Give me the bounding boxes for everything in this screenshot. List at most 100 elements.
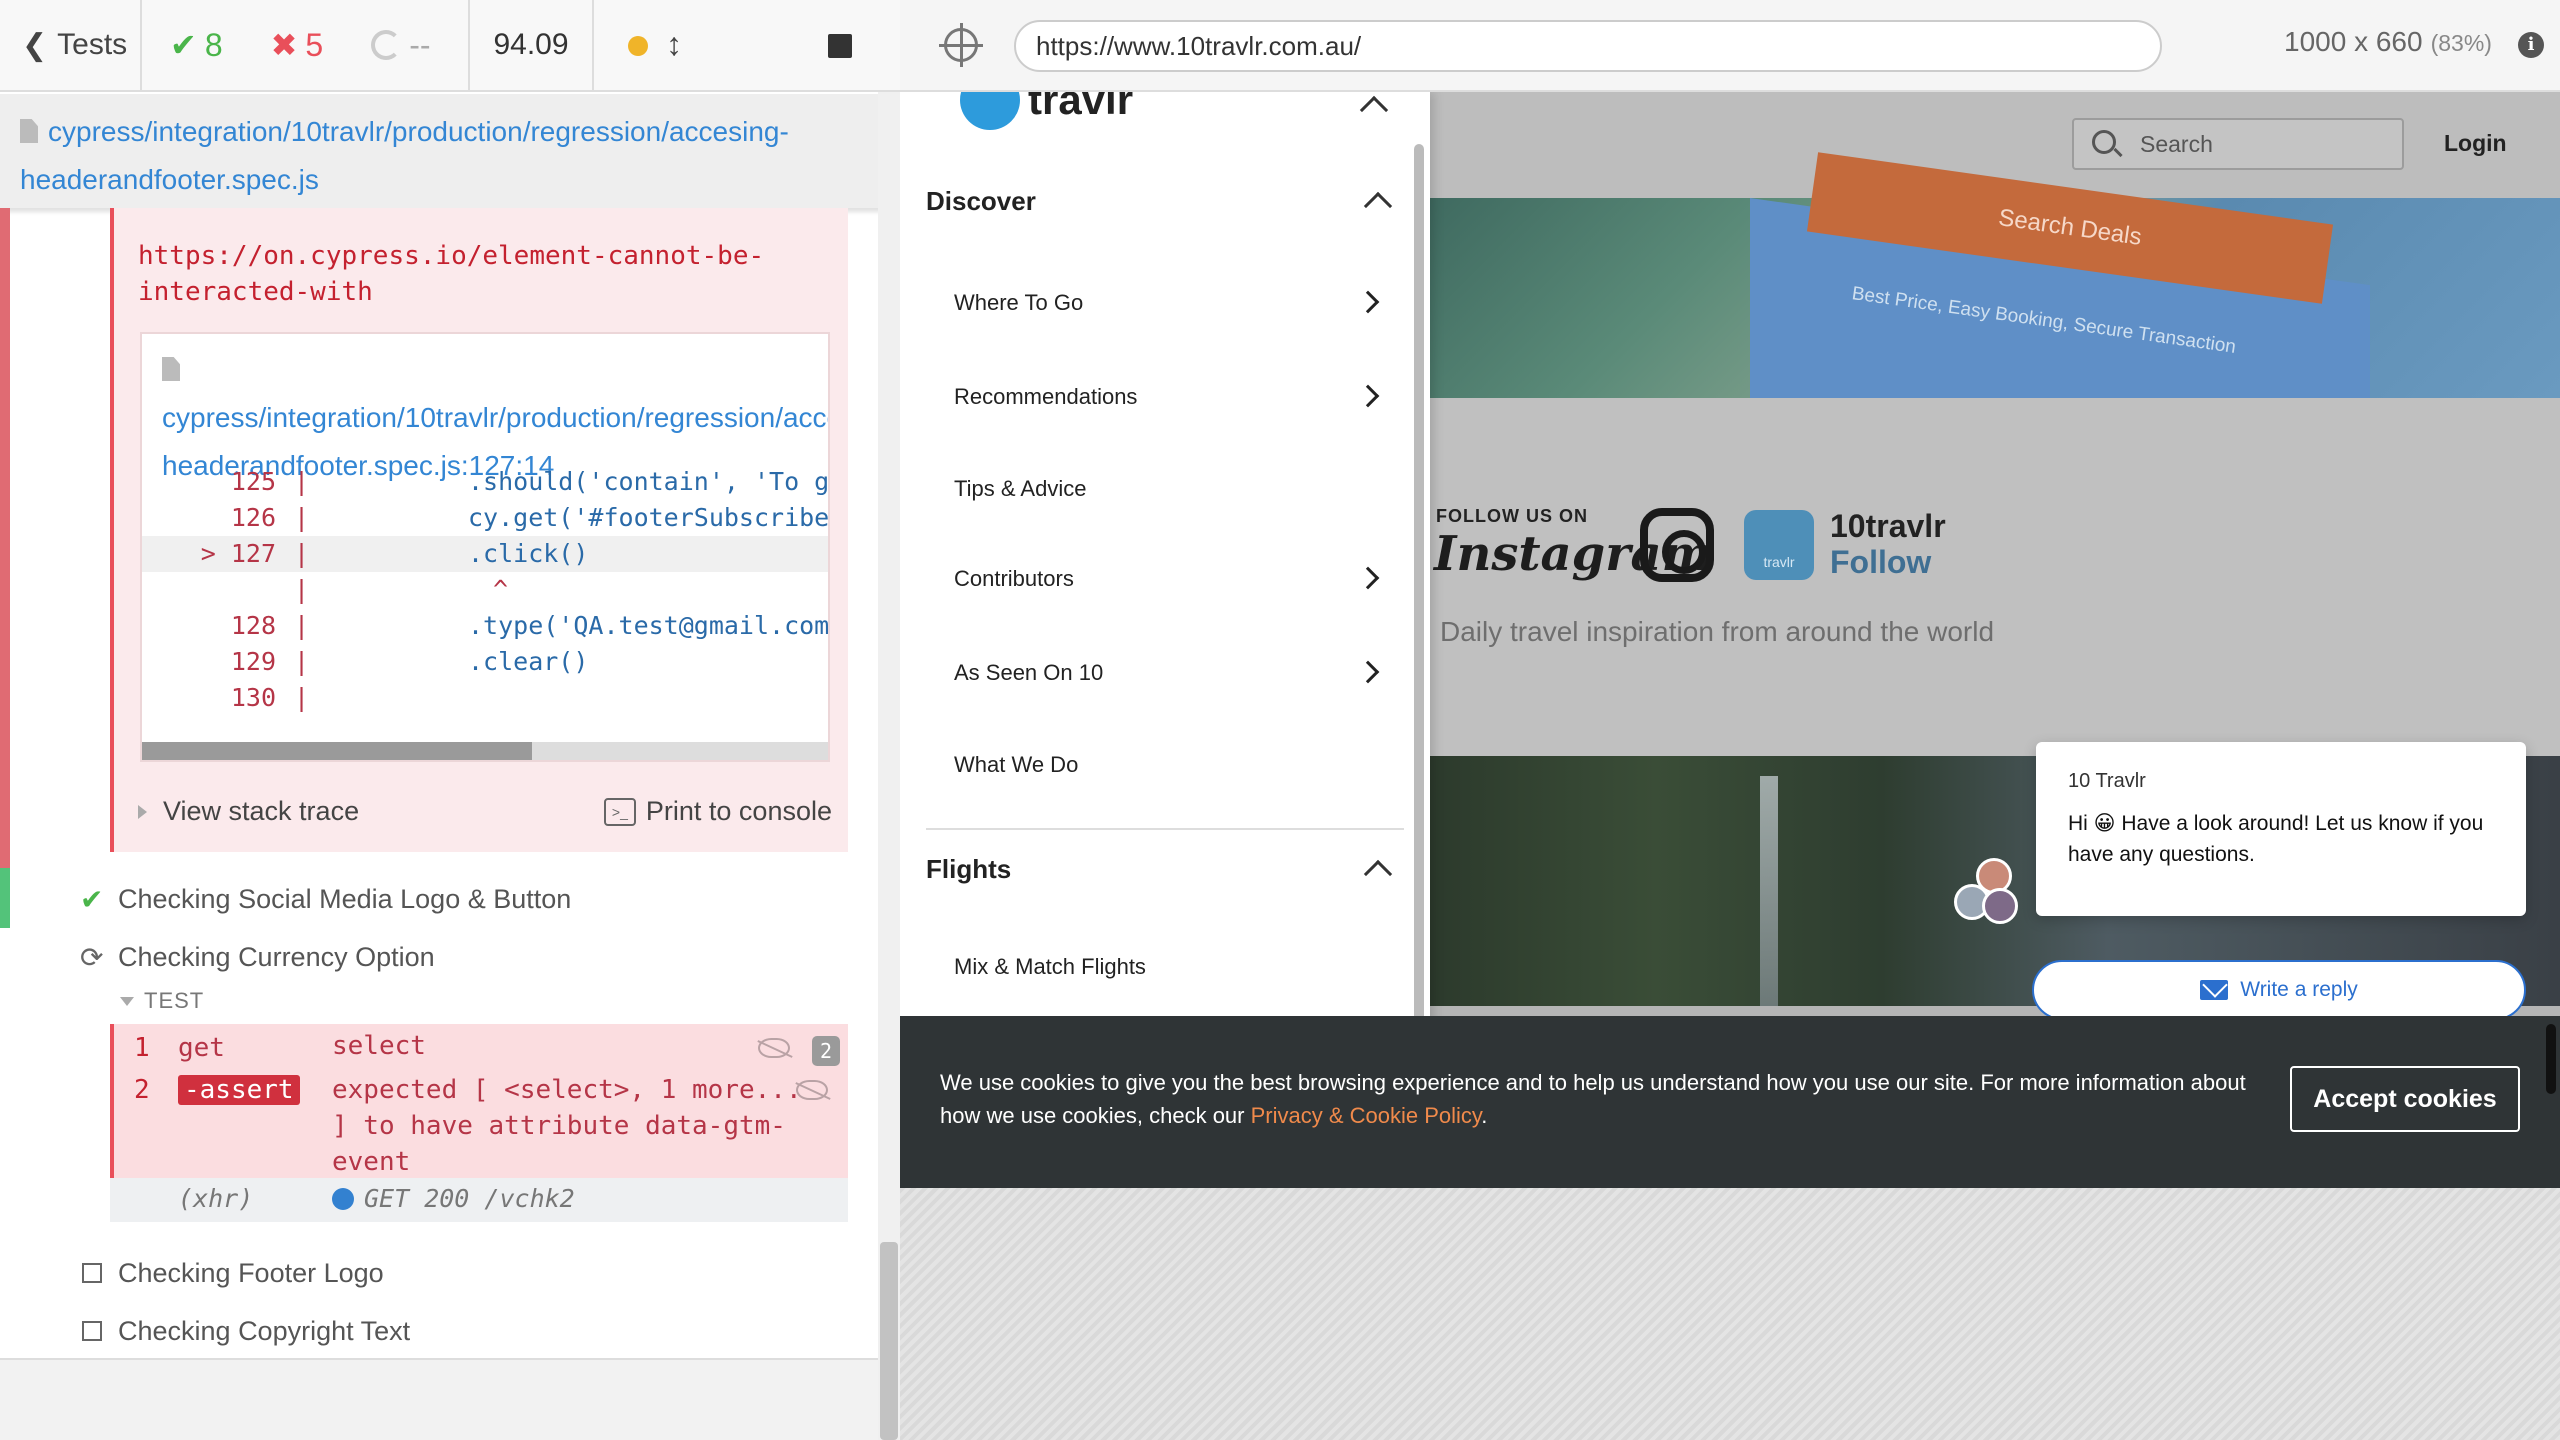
refresh-icon: ⟳ bbox=[80, 941, 104, 973]
code-horizontal-scrollbar[interactable] bbox=[142, 742, 828, 760]
instagram-tagline: Daily travel inspiration from around the… bbox=[1440, 616, 1995, 647]
terminal-icon: >_ bbox=[603, 797, 636, 826]
travlr-badge-icon[interactable]: travlr bbox=[1744, 510, 1814, 580]
avatar bbox=[1982, 888, 2018, 924]
drawer-item-what-we-do[interactable]: What We Do bbox=[954, 752, 1078, 778]
cookie-text: We use cookies to give you the best brow… bbox=[940, 1070, 2246, 1128]
assert-tag: -assert bbox=[178, 1075, 300, 1105]
site-logo[interactable]: travlr bbox=[960, 92, 1133, 130]
drawer-item-where-to-go[interactable]: Where To Go bbox=[954, 290, 1083, 316]
command-row[interactable]: 1 get select 2 bbox=[114, 1028, 852, 1068]
instagram-follow-link[interactable]: Follow bbox=[1830, 544, 1931, 581]
stop-button[interactable] bbox=[828, 34, 852, 58]
pending-ring-icon bbox=[371, 30, 402, 60]
drawer-item-recommendations[interactable]: Recommendations bbox=[954, 384, 1137, 410]
chevron-up-icon[interactable] bbox=[1363, 191, 1393, 221]
xhr-status-dot-icon bbox=[332, 1187, 354, 1210]
chat-sender: 10 Travlr bbox=[2068, 770, 2146, 792]
code-line: 129 | .clear() bbox=[230, 647, 589, 676]
selector-playground-icon[interactable] bbox=[939, 23, 983, 67]
search-icon bbox=[2092, 130, 2116, 154]
drawer-section-discover[interactable]: Discover bbox=[926, 186, 1036, 217]
code-lines: 125 | .should('contain', 'To g 126 | cy.get(… bbox=[142, 464, 830, 716]
passed-stat: ✔ 8 bbox=[170, 26, 223, 64]
scrollbar-thumb[interactable] bbox=[880, 1242, 898, 1440]
code-line: 125 | .should('contain', 'To g bbox=[230, 467, 830, 496]
x-icon: ✖ bbox=[270, 27, 298, 63]
hero-banner: Search Deals Best Price, Easy Booking, S… bbox=[1430, 152, 2560, 486]
passed-suite-indicator bbox=[0, 868, 10, 928]
drawer-section-flights[interactable]: Flights bbox=[926, 854, 1011, 885]
element-count-badge: 2 bbox=[812, 1036, 840, 1066]
suite-social-media[interactable]: ✔ Checking Social Media Logo & Button bbox=[80, 874, 571, 924]
privacy-policy-link[interactable]: Privacy & Cookie Policy bbox=[1251, 1103, 1482, 1128]
failed-suite-indicator bbox=[0, 208, 10, 868]
login-link[interactable]: Login bbox=[2444, 130, 2507, 157]
tests-label: Tests bbox=[57, 28, 128, 61]
drawer-item-tips-advice[interactable]: Tips & Advice bbox=[954, 476, 1086, 502]
file-icon bbox=[162, 357, 180, 381]
drawer-item-mix-match-flights[interactable]: Mix & Match Flights bbox=[954, 954, 1146, 980]
suite-copyright[interactable]: Checking Copyright Text bbox=[80, 1306, 410, 1356]
chat-message: Hi 😀 Have a look around! Let us know if … bbox=[2068, 812, 2484, 866]
suite-footer-logo[interactable]: Checking Footer Logo bbox=[80, 1248, 384, 1298]
code-line-caret: | ^ bbox=[294, 575, 509, 604]
chevron-up-icon[interactable] bbox=[1359, 95, 1389, 125]
chat-agent-avatars bbox=[1954, 858, 2034, 938]
duration: 94.09 bbox=[470, 0, 594, 90]
waterfall-photo bbox=[1760, 776, 1778, 1006]
failed-count: 5 bbox=[305, 26, 324, 63]
drawer-item-as-seen-on-10[interactable]: As Seen On 10 bbox=[954, 660, 1103, 686]
triangle-down-icon bbox=[120, 996, 134, 1006]
print-to-console-button[interactable]: >_ Print to console bbox=[603, 796, 832, 827]
info-icon[interactable]: i bbox=[2518, 32, 2544, 58]
reporter-runnables: https://on.cypress.io/element-cannot-be-… bbox=[0, 208, 878, 1358]
chevron-right-icon[interactable] bbox=[1356, 566, 1380, 590]
follow-us-label: FOLLOW US ON bbox=[1436, 506, 1588, 526]
drawer-scrollbar[interactable] bbox=[1414, 144, 1424, 1144]
error-docs-link[interactable]: https://on.cypress.io/element-cannot-be-… bbox=[138, 238, 788, 310]
chevron-right-icon[interactable] bbox=[1356, 384, 1380, 408]
code-frame: cypress/integration/10travlr/production/… bbox=[140, 332, 830, 762]
page-scrollbar[interactable] bbox=[2546, 1024, 2556, 1094]
cypress-reporter: ❮ Tests ✔ 8 ✖ 5 -- 94.09 ↕ cypress/integ… bbox=[0, 0, 900, 1440]
site-search-input[interactable]: Search bbox=[2072, 118, 2404, 170]
view-stack-trace-button[interactable]: View stack trace bbox=[138, 796, 359, 827]
write-reply-button[interactable]: Write a reply bbox=[2032, 960, 2526, 1020]
eye-slash-icon bbox=[758, 1038, 790, 1058]
tests-button[interactable]: ❮ Tests bbox=[0, 0, 142, 90]
auto-scroll-toggle-icon[interactable]: ↕ bbox=[666, 26, 682, 63]
suite-currency[interactable]: ⟳ Checking Currency Option bbox=[80, 932, 435, 982]
accept-cookies-button[interactable]: Accept cookies bbox=[2290, 1066, 2520, 1132]
file-icon bbox=[20, 119, 38, 143]
command-log: 1 get select 2 2 -assert expected [ <sel… bbox=[110, 1024, 848, 1178]
chat-message-bubble[interactable]: 10 Travlr Hi 😀 Have a look around! Let u… bbox=[2036, 742, 2526, 916]
aut-header: https://www.10travlr.com.au/ 1000 x 660(… bbox=[900, 0, 2560, 92]
viewport-info: 1000 x 660 (83%) bbox=[2284, 26, 2492, 57]
logo-pin-icon bbox=[960, 92, 1020, 130]
chevron-right-icon[interactable] bbox=[1356, 660, 1380, 684]
check-icon: ✔ bbox=[80, 883, 104, 915]
code-line: 128 | .type('QA.test@gmail.com bbox=[230, 611, 830, 640]
error-actions: View stack trace >_ Print to console bbox=[114, 788, 852, 844]
instagram-icon[interactable] bbox=[1640, 508, 1714, 582]
reporter-scrollbar[interactable] bbox=[878, 92, 900, 1440]
chevron-up-icon[interactable] bbox=[1363, 859, 1393, 889]
drawer-item-contributors[interactable]: Contributors bbox=[954, 566, 1074, 592]
drawer-divider bbox=[926, 828, 1404, 830]
spec-path-bar[interactable]: cypress/integration/10travlr/production/… bbox=[0, 94, 882, 208]
website-viewport: Search Login Search Deals Best Price, Ea… bbox=[900, 92, 2560, 1188]
pending-count: -- bbox=[409, 26, 431, 63]
cookie-banner: We use cookies to give you the best brow… bbox=[900, 1016, 2560, 1188]
xhr-row[interactable]: (xhr) GET 200 /vchk2 bbox=[110, 1178, 848, 1222]
chevron-right-icon[interactable] bbox=[1356, 290, 1380, 314]
test-section-toggle[interactable]: TEST bbox=[120, 988, 204, 1014]
code-line-highlighted: > 127 | .click() bbox=[142, 536, 828, 572]
spec-path[interactable]: cypress/integration/10travlr/production/… bbox=[20, 116, 789, 195]
scrollbar-thumb[interactable] bbox=[142, 742, 532, 760]
eye-slash-icon bbox=[796, 1080, 828, 1100]
url-bar[interactable]: https://www.10travlr.com.au/ bbox=[1014, 20, 2162, 72]
command-row-failed[interactable]: 2 -assert expected [ <select>, 1 more...… bbox=[114, 1070, 852, 1180]
reporter-header: ❮ Tests ✔ 8 ✖ 5 -- 94.09 ↕ bbox=[0, 0, 900, 92]
runner-controls: ↕ bbox=[594, 0, 900, 90]
